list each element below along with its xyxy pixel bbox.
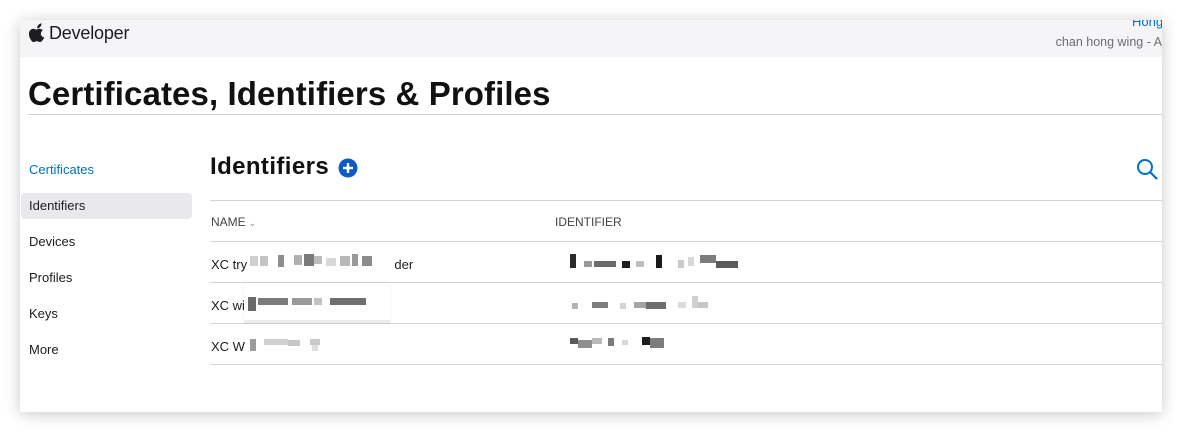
page-title: Certificates, Identifiers & Profiles bbox=[28, 75, 551, 112]
table-header: NAME ⌄ IDENTIFIER bbox=[210, 201, 1162, 241]
sidebar-nav: Certificates Identifiers Devices Profile… bbox=[20, 157, 192, 373]
redacted-identifier-block bbox=[562, 283, 772, 323]
sidebar-item-identifiers[interactable]: Identifiers bbox=[21, 193, 192, 219]
row-divider bbox=[210, 364, 1162, 365]
title-divider bbox=[28, 114, 1162, 115]
identifiers-table: NAME ⌄ IDENTIFIER XC try der XC wi XC W bbox=[210, 200, 1162, 365]
section-title: Identifiers bbox=[210, 153, 330, 180]
apple-logo-icon bbox=[28, 23, 45, 43]
plus-circle-icon bbox=[338, 158, 358, 178]
sidebar-item-devices[interactable]: Devices bbox=[21, 229, 192, 255]
name-text-start: XC wi bbox=[211, 298, 245, 313]
chevron-down-icon: ⌄ bbox=[248, 218, 257, 228]
account-name[interactable]: Hong bbox=[1132, 20, 1162, 29]
name-text-end: der bbox=[394, 257, 414, 272]
developer-home-link[interactable]: Developer bbox=[28, 21, 129, 45]
account-team: chan hong wing - A bbox=[1055, 35, 1162, 49]
name-column-label: NAME bbox=[211, 215, 246, 229]
global-header: Developer Hong chan hong wing - A bbox=[20, 20, 1162, 57]
table-row[interactable]: XC wi bbox=[210, 283, 1162, 323]
name-text-start: XC W bbox=[211, 339, 245, 354]
sidebar-item-more[interactable]: More bbox=[21, 337, 192, 363]
search-icon[interactable] bbox=[1136, 158, 1158, 180]
browser-window: Developer Hong chan hong wing - A Certif… bbox=[20, 20, 1162, 412]
sidebar-item-keys[interactable]: Keys bbox=[21, 301, 192, 327]
name-cell: XC wi bbox=[211, 298, 245, 313]
redacted-name-block bbox=[244, 283, 390, 323]
sidebar-item-profiles[interactable]: Profiles bbox=[21, 265, 192, 291]
table-row[interactable]: XC try der bbox=[210, 242, 1162, 282]
table-row[interactable]: XC W bbox=[210, 324, 1162, 364]
redacted-identifier-block bbox=[570, 254, 755, 272]
name-column-header[interactable]: NAME ⌄ bbox=[211, 215, 256, 229]
name-text-start: XC try bbox=[211, 257, 248, 272]
name-cell: XC W bbox=[211, 339, 245, 354]
redacted-name-block bbox=[248, 252, 390, 272]
identifier-column-header[interactable]: IDENTIFIER bbox=[555, 215, 622, 229]
redacted-identifier-block bbox=[570, 334, 670, 354]
add-identifier-button[interactable] bbox=[338, 158, 358, 178]
redacted-name-block bbox=[246, 336, 342, 356]
sidebar-item-certificates[interactable]: Certificates bbox=[21, 157, 192, 183]
brand-label: Developer bbox=[49, 22, 130, 43]
